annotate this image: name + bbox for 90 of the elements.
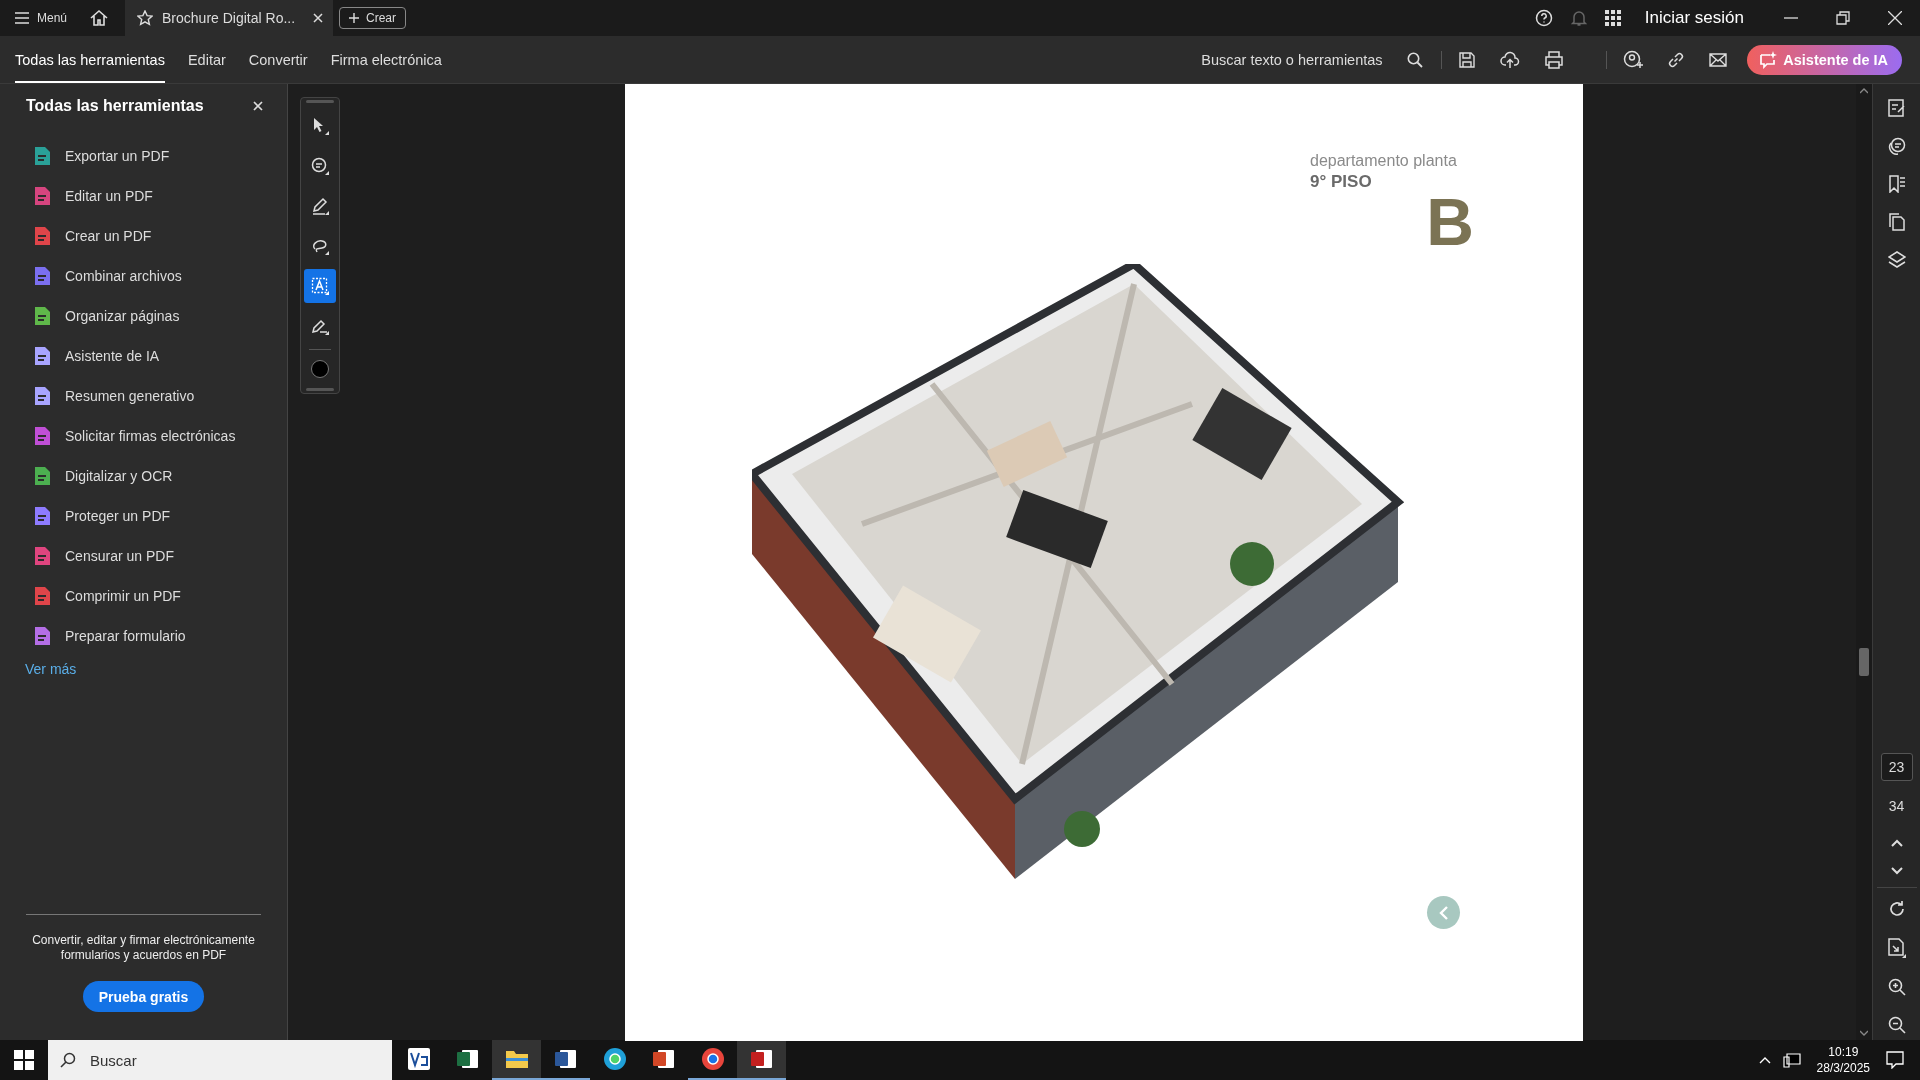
page-fit-icon[interactable] bbox=[1887, 938, 1906, 958]
ink-color-swatch[interactable] bbox=[311, 360, 329, 378]
page-subtitle: departamento planta bbox=[1310, 152, 1458, 170]
document-edit-icon[interactable] bbox=[1887, 99, 1906, 117]
tool-item[interactable]: Censurar un PDF bbox=[0, 536, 287, 576]
close-icon[interactable] bbox=[253, 101, 263, 111]
text-select-tool[interactable] bbox=[304, 269, 336, 303]
home-icon[interactable] bbox=[89, 9, 110, 27]
rotate-icon[interactable] bbox=[1887, 900, 1906, 918]
search-field[interactable]: Buscar texto o herramientas bbox=[1199, 50, 1424, 69]
page-count: 34 bbox=[1887, 797, 1906, 816]
close-icon[interactable] bbox=[1888, 11, 1902, 25]
link-icon[interactable] bbox=[1667, 50, 1686, 69]
pointer-icon bbox=[311, 117, 329, 135]
search-icon bbox=[60, 1052, 76, 1068]
tool-item[interactable]: Preparar formulario bbox=[0, 616, 287, 656]
tool-item[interactable]: Comprimir un PDF bbox=[0, 576, 287, 616]
text-select-icon bbox=[311, 277, 329, 295]
apps-grid-icon[interactable] bbox=[1604, 10, 1621, 26]
presentation-app-icon bbox=[651, 1047, 676, 1071]
tool-item[interactable]: Editar un PDF bbox=[0, 176, 287, 216]
close-icon[interactable] bbox=[313, 13, 324, 23]
pen-icon bbox=[311, 197, 329, 215]
zoom-in-icon[interactable] bbox=[1887, 978, 1906, 996]
pdf-app-icon bbox=[749, 1047, 774, 1071]
plus-icon bbox=[349, 13, 360, 23]
clock-date[interactable]: 28/3/2025 bbox=[1816, 1060, 1870, 1076]
notification-icon[interactable] bbox=[1886, 1051, 1904, 1069]
remote-app-icon bbox=[406, 1047, 431, 1071]
start-icon[interactable] bbox=[14, 1050, 34, 1070]
free-trial-button[interactable]: Prueba gratis bbox=[82, 981, 205, 1012]
tool-item[interactable]: Resumen generativo bbox=[0, 376, 287, 416]
scrollbar-thumb[interactable] bbox=[1859, 648, 1869, 676]
tool-item[interactable]: Digitalizar y OCR bbox=[0, 456, 287, 496]
floor-label: 9° PISO bbox=[1310, 172, 1373, 192]
nav-tab[interactable]: Editar bbox=[187, 36, 226, 83]
tool-item[interactable]: Exportar un PDF bbox=[0, 136, 287, 176]
sign-in-button[interactable]: Iniciar sesión bbox=[1644, 8, 1744, 28]
comment-icon bbox=[311, 157, 329, 175]
signature-pen-icon bbox=[311, 317, 329, 335]
document-title: Brochure Digital Ro... bbox=[162, 10, 297, 26]
star-icon[interactable] bbox=[137, 10, 154, 26]
browser-icon bbox=[700, 1047, 725, 1071]
help-icon[interactable] bbox=[1534, 9, 1553, 27]
taskbar-app-button[interactable] bbox=[737, 1040, 786, 1080]
tool-item[interactable]: Proteger un PDF bbox=[0, 496, 287, 536]
see-more-link[interactable]: Ver más bbox=[25, 661, 77, 677]
tool-item[interactable]: Combinar archivos bbox=[0, 256, 287, 296]
cloud-upload-icon[interactable] bbox=[1500, 50, 1521, 69]
save-icon[interactable] bbox=[1458, 50, 1477, 69]
tool-item[interactable]: Solicitar firmas electrónicas bbox=[0, 416, 287, 456]
mail-icon[interactable] bbox=[1709, 51, 1728, 68]
word-processor-icon bbox=[553, 1047, 578, 1071]
scroll-up-icon[interactable] bbox=[1860, 88, 1868, 94]
lasso-icon bbox=[311, 237, 329, 255]
nav-tab[interactable]: Firma electrónica bbox=[330, 36, 442, 83]
comment-icon[interactable] bbox=[1887, 137, 1906, 155]
share-user-icon[interactable] bbox=[1623, 49, 1644, 70]
taskbar-search-field[interactable]: Buscar bbox=[48, 1040, 392, 1080]
bell-icon[interactable] bbox=[1570, 9, 1587, 27]
menu-button[interactable]: Menú bbox=[15, 11, 68, 25]
panel-title: Todas las herramientas bbox=[26, 97, 204, 115]
zoom-out-icon[interactable] bbox=[1887, 1016, 1906, 1034]
scroll-down-icon[interactable] bbox=[1860, 1030, 1868, 1036]
tool-item[interactable]: Crear un PDF bbox=[0, 216, 287, 256]
browser-icon bbox=[602, 1047, 627, 1071]
pages-icon[interactable] bbox=[1887, 213, 1906, 231]
ai-assistant-button[interactable]: Asistente de IA bbox=[1747, 44, 1902, 75]
tool-item[interactable]: Organizar páginas bbox=[0, 296, 287, 336]
menu-icon bbox=[15, 12, 29, 24]
tool-item[interactable]: Asistente de IA bbox=[0, 336, 287, 376]
promo-text: Convertir, editar y firmar electrónicamente formularios y acuerdos en PDF bbox=[31, 933, 256, 963]
unit-letter: B bbox=[1426, 192, 1474, 252]
chevron-left-icon bbox=[1438, 905, 1449, 920]
create-button[interactable]: Crear bbox=[339, 7, 407, 29]
chevron-down-icon[interactable] bbox=[1890, 867, 1903, 875]
layers-icon[interactable] bbox=[1887, 251, 1906, 269]
document-tab[interactable]: Brochure Digital Ro... bbox=[125, 0, 334, 36]
taskbar-app-button[interactable] bbox=[492, 1040, 541, 1080]
nav-tab[interactable]: Convertir bbox=[248, 36, 308, 83]
bookmark-icon[interactable] bbox=[1887, 175, 1906, 193]
chat-sparkle-icon bbox=[1759, 50, 1778, 69]
clock-time[interactable]: 10:19 bbox=[1828, 1044, 1859, 1060]
current-page-field[interactable]: 23 bbox=[1880, 753, 1913, 781]
print-icon[interactable] bbox=[1544, 50, 1565, 69]
chevron-up-icon[interactable] bbox=[1890, 839, 1903, 847]
spreadsheet-app-icon bbox=[455, 1047, 480, 1071]
network-icon[interactable] bbox=[1782, 1052, 1801, 1068]
restore-icon[interactable] bbox=[1836, 11, 1850, 25]
search-icon bbox=[1407, 51, 1424, 68]
